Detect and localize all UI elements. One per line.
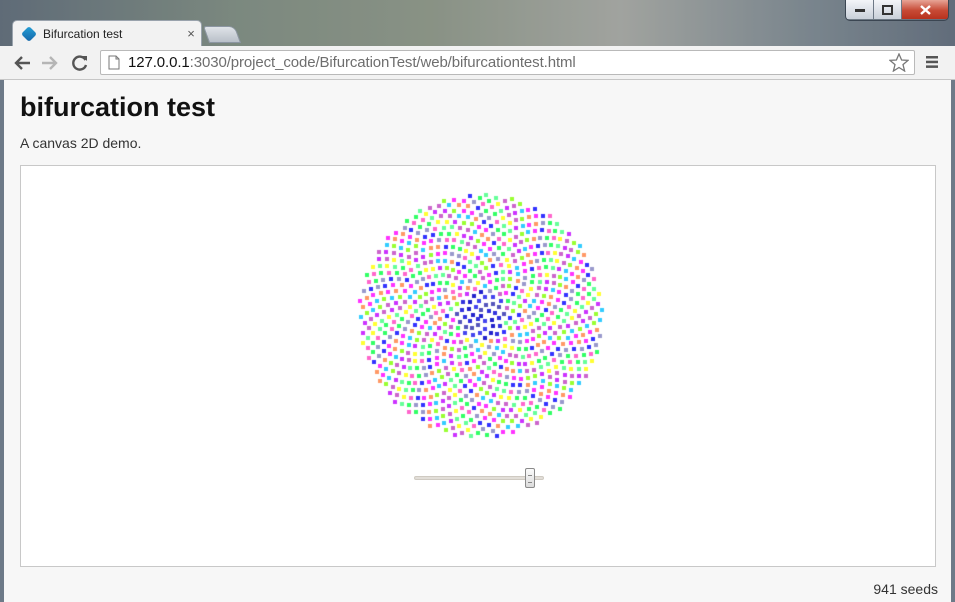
forward-button[interactable] — [40, 53, 60, 73]
close-window-button[interactable] — [902, 0, 948, 19]
sunflower-canvas — [21, 166, 935, 566]
tab-title: Bifurcation test — [43, 26, 123, 41]
new-tab-button[interactable] — [202, 26, 242, 43]
tab-bifurcation-test[interactable]: Bifurcation test × — [12, 20, 202, 46]
minimize-button[interactable] — [846, 0, 874, 19]
canvas-container — [20, 165, 936, 567]
back-arrow-icon — [14, 56, 30, 70]
browser-toolbar: 127.0.0.1:3030/project_code/BifurcationT… — [0, 46, 955, 80]
reload-button[interactable] — [70, 53, 90, 73]
maximize-button[interactable] — [874, 0, 902, 19]
window-controls — [845, 0, 949, 21]
close-icon — [919, 4, 931, 15]
seed-count-label: 941 seeds — [873, 581, 938, 597]
page-title: bifurcation test — [20, 92, 216, 122]
url-host: 127.0.0.1 — [128, 54, 190, 71]
maximize-icon — [882, 4, 893, 15]
reload-icon — [72, 55, 88, 71]
url-path: :3030/project_code/BifurcationTest/web/b… — [189, 54, 576, 71]
address-bar[interactable]: 127.0.0.1:3030/project_code/BifurcationT… — [100, 50, 915, 75]
back-button[interactable] — [12, 53, 32, 73]
seed-slider[interactable] — [414, 468, 544, 488]
page-subtitle: A canvas 2D demo. — [20, 135, 142, 151]
menu-icon[interactable] — [925, 55, 939, 69]
dart-favicon-icon — [21, 25, 37, 42]
slider-thumb[interactable] — [525, 468, 536, 488]
url-text[interactable]: 127.0.0.1:3030/project_code/BifurcationT… — [128, 54, 576, 71]
tab-close-icon[interactable]: × — [181, 26, 201, 41]
minimize-icon — [854, 8, 865, 12]
bookmark-star-icon[interactable] — [889, 53, 909, 72]
forward-arrow-icon — [42, 56, 58, 70]
page-icon — [108, 55, 120, 70]
page-content: bifurcation test A canvas 2D demo. 941 s… — [0, 80, 955, 602]
